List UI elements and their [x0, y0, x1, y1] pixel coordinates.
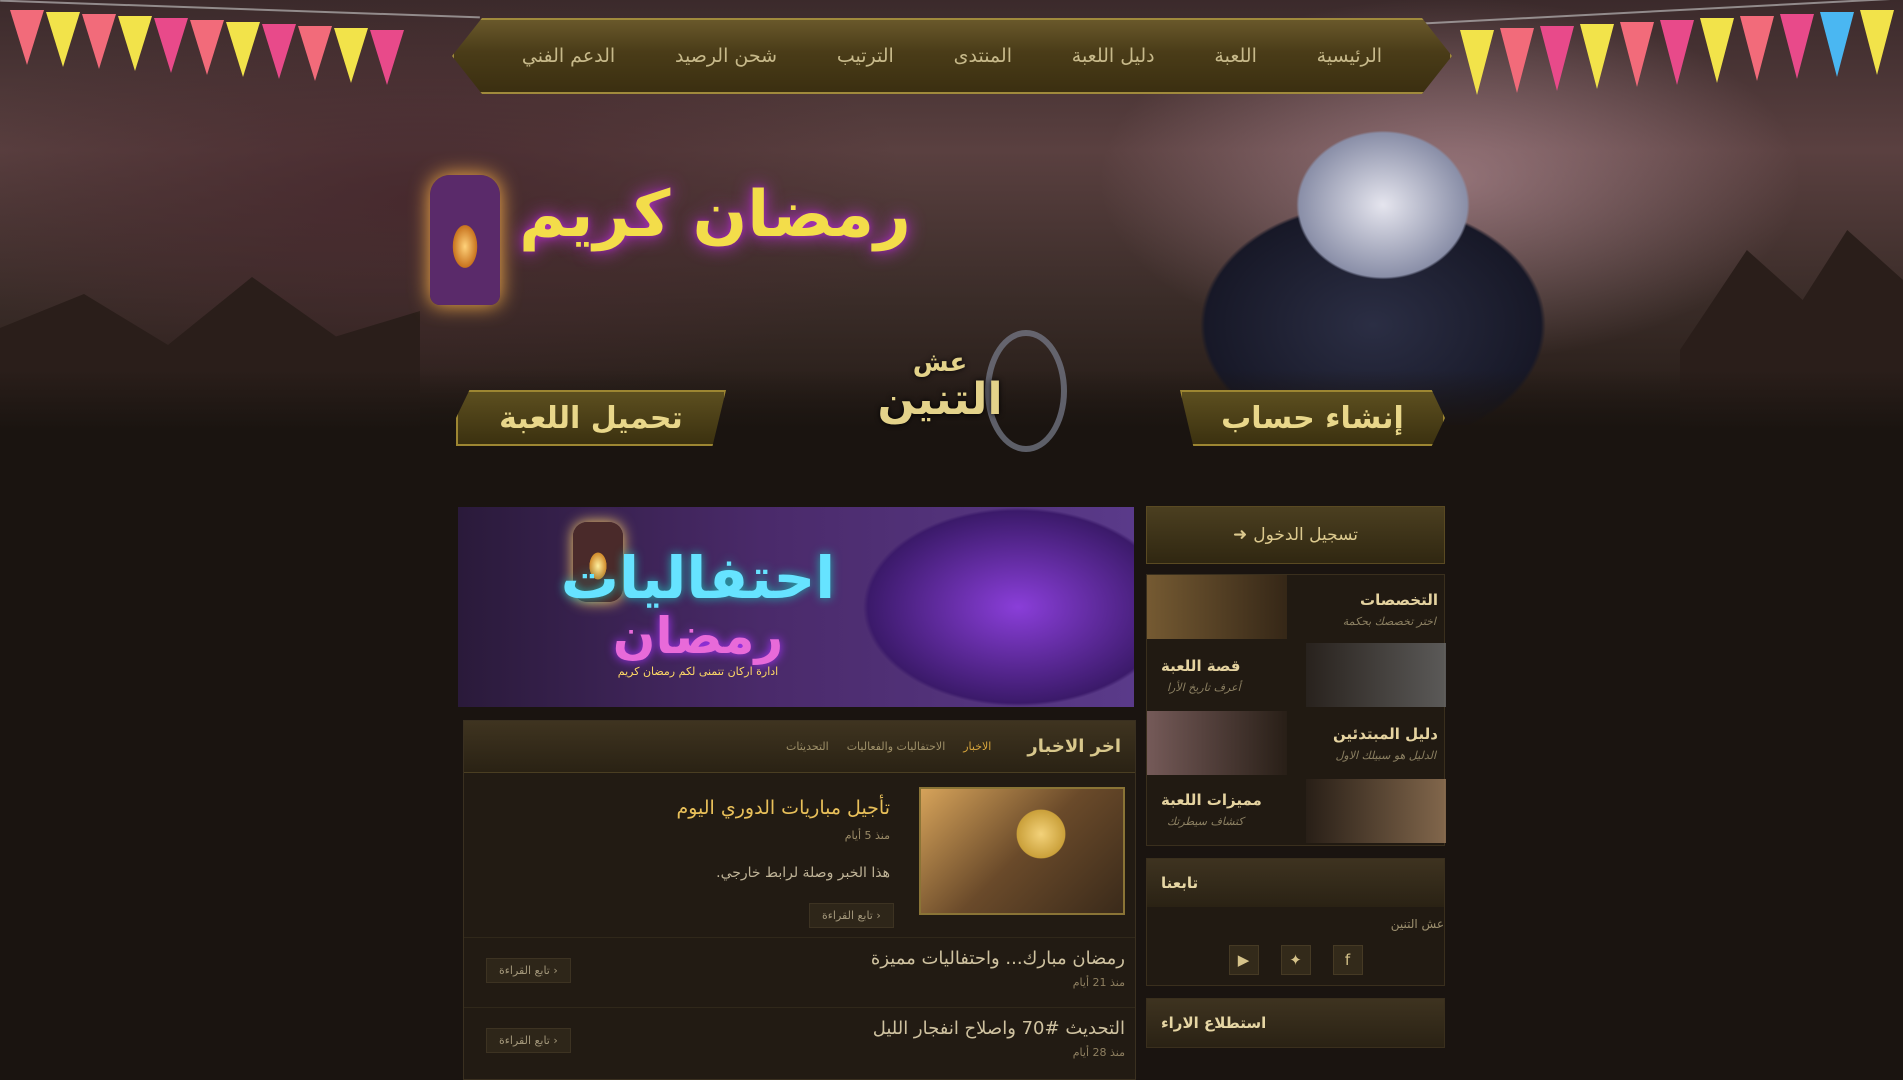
twitter-icon[interactable]: ✦: [1280, 945, 1311, 975]
bunting-flag: [298, 26, 332, 81]
read-more-button[interactable]: تابع القراءة ›: [486, 958, 571, 983]
feature-art: [1147, 711, 1287, 775]
game-logo[interactable]: عش التنين: [825, 325, 1055, 445]
feature-art: [1306, 779, 1446, 843]
nav-item-game-guide[interactable]: دليل اللعبة: [1072, 45, 1155, 67]
news-list-item: التحديث #70 واصلاح انفجار الليل منذ 28 أ…: [464, 1007, 1135, 1074]
feature-item-specializations[interactable]: التخصصات اختر تخصصك بحكمة: [1147, 575, 1446, 641]
bunting-flag: [190, 20, 224, 75]
bunting-flag: [1780, 14, 1814, 79]
mountain-silhouette: [0, 277, 420, 430]
mountain-silhouette: [1680, 230, 1903, 430]
news-title: اخر الاخبار: [1027, 736, 1121, 757]
tab-updates[interactable]: التحديثات: [786, 740, 829, 753]
feature-title: مميزات اللعبة: [1161, 791, 1262, 809]
nav-item-home[interactable]: الرئيسية: [1317, 45, 1382, 67]
social-links: ▶ ✦ f: [1147, 945, 1444, 975]
news-tabs: الاخبار الاحتفاليات والفعاليات التحديثات: [478, 740, 1003, 753]
banner-title-line2: رمضان: [612, 606, 784, 665]
featured-news-thumbnail[interactable]: [919, 787, 1125, 915]
news-header: اخر الاخبار الاخبار الاحتفاليات والفعالي…: [464, 721, 1135, 773]
bunting-flag: [1540, 26, 1574, 91]
follow-page-name: عش التنين: [1390, 917, 1444, 931]
bunting-flag: [334, 28, 368, 83]
news-list-item: رمضان مبارك... واحتفاليات مميزة منذ 21 أ…: [464, 937, 1135, 1004]
bunting-flag: [1740, 16, 1774, 81]
tab-news[interactable]: الاخبار: [963, 740, 991, 753]
ramadan-greeting: رمضان كريم: [519, 178, 911, 252]
facebook-icon[interactable]: f: [1332, 945, 1363, 975]
latest-news-panel: اخر الاخبار الاخبار الاحتفاليات والفعالي…: [463, 720, 1136, 1080]
banner-title-line1: احتفاليات: [560, 544, 836, 612]
bunting-flag: [1500, 28, 1534, 93]
bunting-flag: [1660, 20, 1694, 85]
hero-character-art: [1143, 95, 1573, 425]
follow-us-panel: تابعنا عش التنين ▶ ✦ f: [1146, 858, 1445, 986]
feature-art: [1306, 643, 1446, 707]
nav-item-recharge[interactable]: شحن الرصيد: [675, 45, 777, 67]
sign-in-icon: ➜: [1233, 525, 1248, 545]
feature-list: التخصصات اختر تخصصك بحكمة قصة اللعبة أعر…: [1146, 574, 1446, 846]
login-button[interactable]: تسجيل الدخول ➜: [1146, 506, 1445, 564]
feature-item-game-features[interactable]: مميزات اللعبة كتشاف سيطرتك: [1147, 779, 1446, 845]
bunting-flag: [46, 12, 80, 67]
bunting-flag: [1860, 10, 1894, 75]
featured-news-title[interactable]: تأجيل مباريات الدوري اليوم: [676, 797, 890, 819]
nav-item-support[interactable]: الدعم الفني: [522, 45, 615, 67]
feature-subtitle: اختر تخصصك بحكمة: [1342, 615, 1436, 628]
banner-subtitle: ادارة اركان تتمنى لكم رمضان كريم: [617, 664, 779, 678]
bunting-flag: [154, 18, 188, 73]
bunting-flag: [1620, 22, 1654, 87]
lantern-icon: [430, 175, 500, 305]
feature-subtitle: أعرف تاريخ الأرا: [1167, 681, 1241, 694]
download-game-button[interactable]: تحميل اللعبة: [456, 390, 726, 446]
feature-title: قصة اللعبة: [1161, 657, 1241, 675]
feature-title: التخصصات: [1360, 591, 1438, 609]
feature-title: دليل المبتدئين: [1332, 725, 1438, 743]
tab-events[interactable]: الاحتفاليات والفعاليات: [847, 740, 946, 753]
youtube-icon[interactable]: ▶: [1228, 945, 1259, 975]
news-item-title[interactable]: التحديث #70 واصلاح انفجار الليل: [873, 1018, 1125, 1039]
nav-item-game[interactable]: اللعبة: [1214, 45, 1256, 67]
bunting-flag: [1580, 24, 1614, 89]
featured-news-description: هذا الخبر وصلة لرابط خارجي.: [716, 865, 890, 881]
feature-item-story[interactable]: قصة اللعبة أعرف تاريخ الأرا: [1147, 643, 1446, 709]
news-item-date: منذ 28 أيام: [1072, 1046, 1125, 1059]
sidebar: تسجيل الدخول ➜ التخصصات اختر تخصصك بحكمة…: [1146, 506, 1446, 1048]
news-item-title[interactable]: رمضان مبارك... واحتفاليات مميزة: [871, 948, 1125, 969]
bunting-flag: [370, 30, 404, 85]
login-label: تسجيل الدخول: [1253, 525, 1358, 545]
feature-item-beginners-guide[interactable]: دليل المبتدئين الدليل هو سبيلك الاول: [1147, 711, 1446, 777]
top-navigation: الرئيسية اللعبة دليل اللعبة المنتدى التر…: [452, 18, 1452, 94]
bunting-flag: [10, 10, 44, 65]
bunting-flag: [1820, 12, 1854, 77]
bunting-flag: [118, 16, 152, 71]
poll-title: استطلاع الاراء: [1147, 999, 1444, 1047]
bunting-flag: [1700, 18, 1734, 83]
bunting-flag: [262, 24, 296, 79]
ramadan-celebrations-banner[interactable]: احتفاليات رمضان ادارة اركان تتمنى لكم رم…: [458, 507, 1134, 707]
follow-us-title: تابعنا: [1147, 859, 1444, 907]
bunting-flag: [226, 22, 260, 77]
nav-item-forum[interactable]: المنتدى: [954, 45, 1012, 67]
news-item-date: منذ 21 أيام: [1072, 976, 1125, 989]
logo-text-line2: التنين: [877, 374, 1003, 425]
nav-item-ranking[interactable]: الترتيب: [837, 45, 894, 67]
feature-subtitle: الدليل هو سبيلك الاول: [1335, 749, 1436, 762]
bunting-flag: [1460, 30, 1494, 95]
banner-title: احتفاليات رمضان ادارة اركان تتمنى لكم رم…: [518, 544, 878, 678]
featured-news-item: تأجيل مباريات الدوري اليوم منذ 5 أيام هذ…: [464, 787, 1135, 937]
feature-subtitle: كتشاف سيطرتك: [1167, 815, 1244, 828]
feature-art: [1147, 575, 1287, 639]
featured-news-date: منذ 5 أيام: [844, 829, 890, 842]
poll-panel: استطلاع الاراء: [1146, 998, 1445, 1048]
read-more-button[interactable]: تابع القراءة ›: [809, 903, 894, 928]
follow-us-body: عش التنين ▶ ✦ f: [1147, 907, 1444, 985]
bunting-flag: [82, 14, 116, 69]
read-more-button[interactable]: تابع القراءة ›: [486, 1028, 571, 1053]
create-account-button[interactable]: إنشاء حساب: [1180, 390, 1445, 446]
